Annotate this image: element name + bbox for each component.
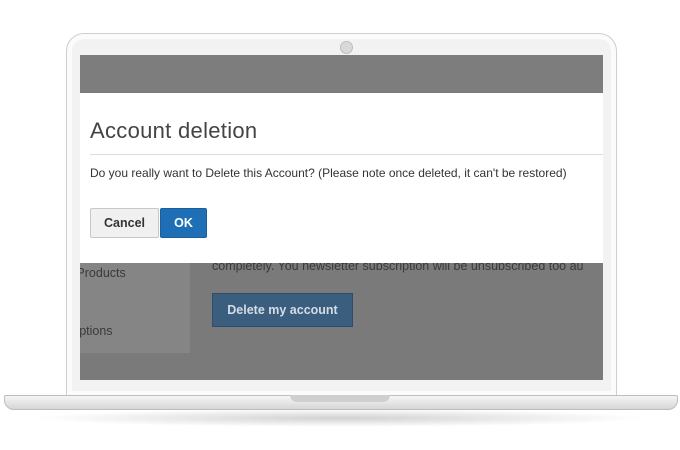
sidebar-item-subscriptions[interactable]: criptions (80, 324, 113, 338)
laptop-shadow (30, 409, 650, 427)
camera-icon (340, 41, 353, 54)
account-deletion-dialog: Account deletion Do you really want to D… (80, 93, 603, 263)
screen: e Products criptions completely. You new… (80, 55, 603, 380)
dialog-title: Account deletion (90, 118, 258, 143)
ok-button[interactable]: OK (160, 208, 207, 238)
laptop-hinge-notch (290, 395, 390, 402)
cancel-button[interactable]: Cancel (90, 208, 159, 238)
page-header-dimmed (80, 55, 603, 92)
sidebar-item-products[interactable]: e Products (80, 266, 126, 280)
dialog-message: Do you really want to Delete this Accoun… (90, 166, 567, 180)
delete-account-button[interactable]: Delete my account (212, 293, 353, 327)
dialog-divider (90, 154, 603, 155)
